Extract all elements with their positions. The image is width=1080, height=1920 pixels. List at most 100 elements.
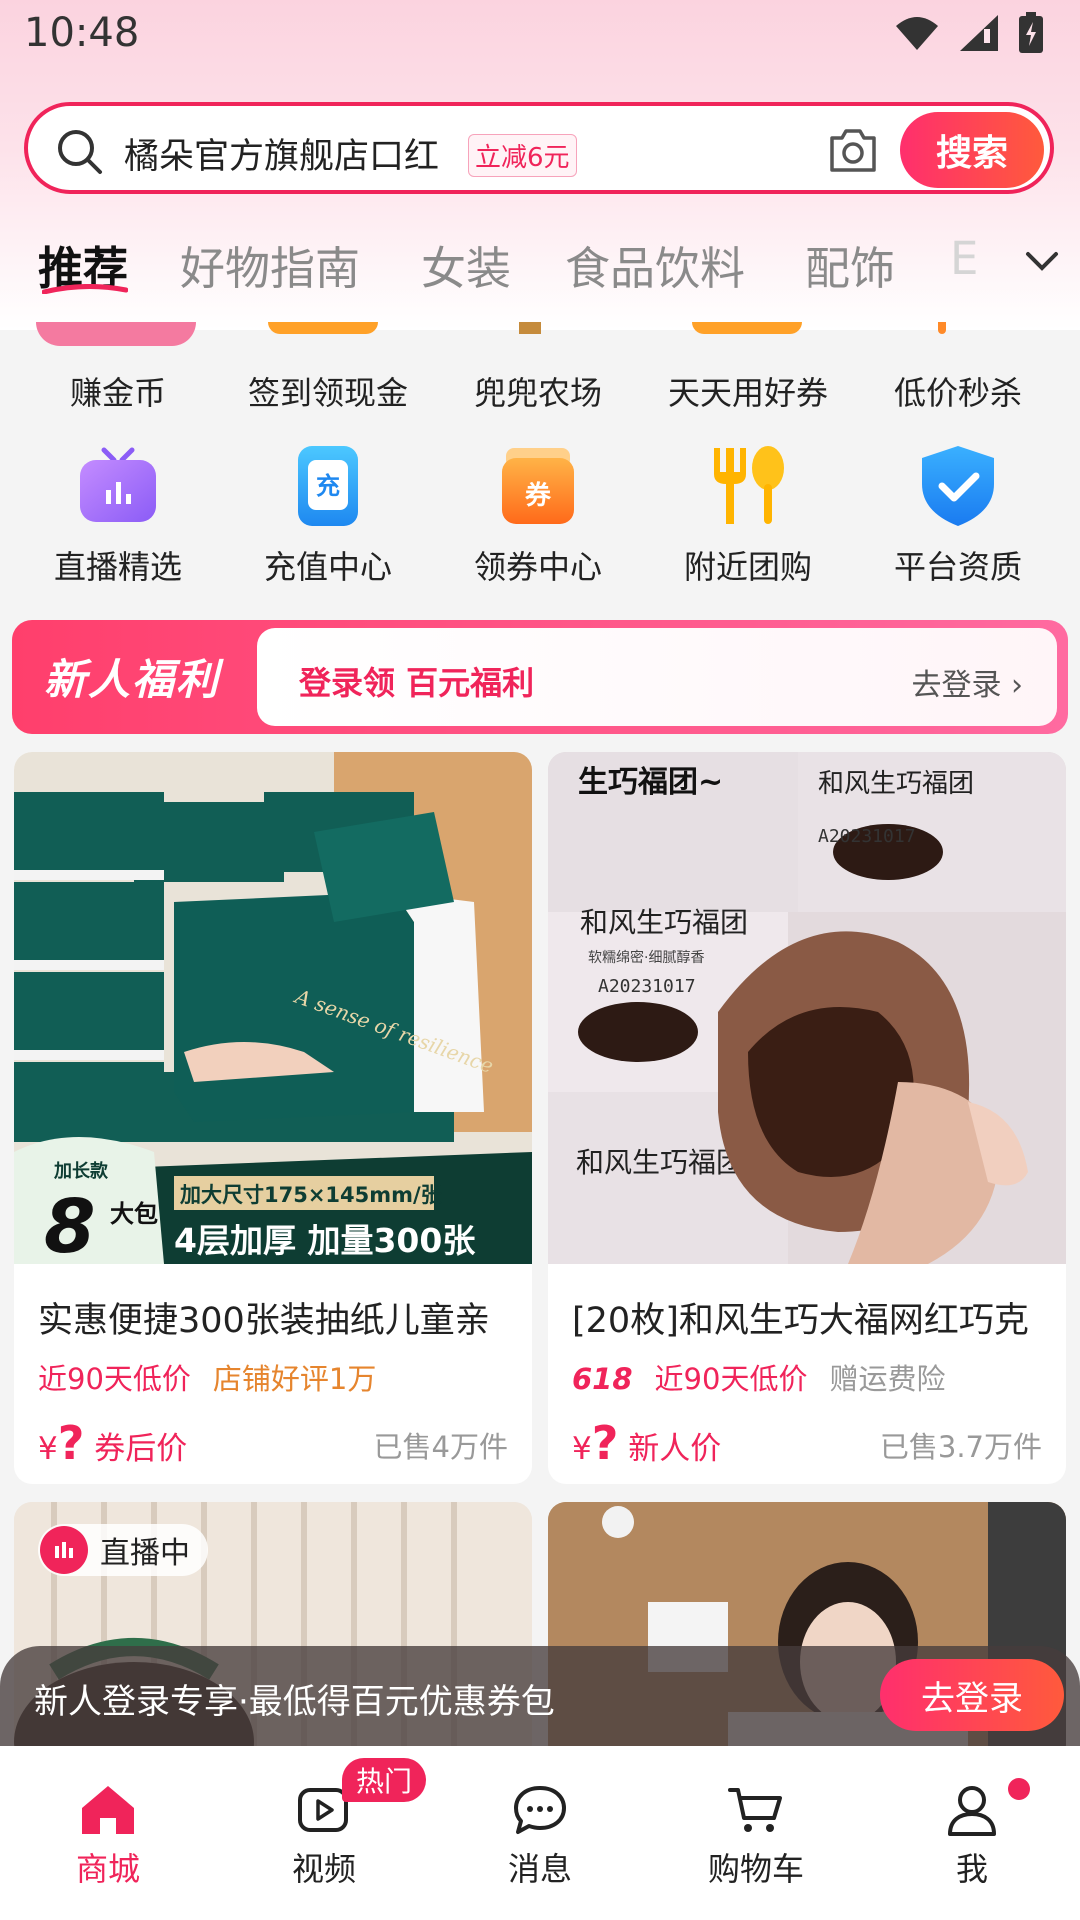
product-title: 实惠便捷300张装抽纸儿童亲 xyxy=(38,1301,490,1341)
search-icon xyxy=(58,130,102,174)
product-price: ¥? 新人价 xyxy=(572,1416,721,1470)
price-label: 券后价 xyxy=(94,1431,188,1467)
tab-partial[interactable]: E xyxy=(950,232,978,285)
product-sold-count: 已售4万件 xyxy=(373,1430,508,1464)
tab-accessories[interactable]: 配饰 xyxy=(805,232,895,297)
wifi-icon xyxy=(896,17,938,50)
nav-label-cart: 购物车 xyxy=(707,1850,804,1888)
price-value: ? xyxy=(591,1416,619,1470)
tag-low-price: 近90天低价 xyxy=(38,1362,191,1396)
user-icon xyxy=(948,1786,996,1836)
product-sold-count: 已售3.7万件 xyxy=(879,1430,1042,1464)
active-tab-indicator xyxy=(42,284,128,294)
checkin-icon xyxy=(268,322,378,334)
notification-dot xyxy=(1008,1778,1030,1800)
nav-label-mall: 商城 xyxy=(75,1850,140,1888)
signal-icon xyxy=(960,15,998,51)
tv-icon[interactable] xyxy=(76,444,160,528)
cart-icon xyxy=(728,1788,782,1832)
camera-icon[interactable] xyxy=(828,126,878,174)
status-icons xyxy=(894,12,1044,54)
grid-label-flash-sale[interactable]: 低价秒杀 xyxy=(853,368,1063,414)
coupon-daily-icon xyxy=(692,322,802,334)
live-badge-label: 直播中 xyxy=(100,1536,190,1571)
search-bar[interactable]: 橘朵官方旗舰店口红 立减6元 搜索 xyxy=(24,102,1054,194)
live-bars-icon xyxy=(40,1526,88,1574)
farm-icon xyxy=(519,322,541,334)
price-symbol: ¥ xyxy=(572,1431,592,1467)
chevron-down-icon[interactable] xyxy=(1024,250,1060,274)
nav-cart[interactable]: 购物车 xyxy=(648,1746,864,1920)
grid-label-farm[interactable]: 兜兜农场 xyxy=(433,368,643,414)
price-label: 新人价 xyxy=(628,1431,722,1467)
coupon-icon[interactable]: 券 xyxy=(496,444,580,528)
grid-label-qualification[interactable]: 平台资质 xyxy=(853,542,1063,588)
image-text-unit: 大包 xyxy=(110,1200,158,1228)
nav-video[interactable]: 热门 视频 xyxy=(216,1746,432,1920)
pack-code-2: A20231017 xyxy=(818,826,916,847)
tag-shipping-insurance: 赠运费险 xyxy=(829,1362,946,1396)
tab-food[interactable]: 食品饮料 xyxy=(565,232,745,297)
grid-label-checkin[interactable]: 签到领现金 xyxy=(223,368,433,414)
grid-label-coins[interactable]: 赚金币 xyxy=(13,368,223,414)
product-image-tissue: A sense of resilience 加长款 8 大包 加大尺寸175×1… xyxy=(14,752,532,1264)
shield-check-icon[interactable] xyxy=(916,444,1000,528)
image-text-top: 加长款 xyxy=(53,1160,109,1182)
svg-text:充: 充 xyxy=(316,472,340,500)
pack-name-3: 和风生巧福团 xyxy=(576,1146,744,1179)
pack-sub: 软糯绵密·细腻醇香 xyxy=(588,949,704,966)
battery-icon xyxy=(1019,12,1043,53)
grid-label-group-buy[interactable]: 附近团购 xyxy=(643,542,853,588)
nav-label-me: 我 xyxy=(955,1850,988,1888)
product-card-tissue[interactable]: A sense of resilience 加长款 8 大包 加大尺寸175×1… xyxy=(14,752,532,1484)
nav-label-messages: 消息 xyxy=(507,1850,572,1888)
pack-name-1: 和风生巧福团 xyxy=(818,769,974,799)
newbie-inner-panel: 登录领 百元福利 去登录 › xyxy=(257,628,1057,726)
newbie-text: 登录领 百元福利 xyxy=(299,664,535,702)
chat-icon xyxy=(514,1786,566,1834)
nav-mall[interactable]: 商城 xyxy=(0,1746,216,1920)
newbie-login-link[interactable]: 去登录 › xyxy=(911,660,1023,704)
category-tabs: 推荐 好物指南 女装 食品饮料 配饰 E xyxy=(0,232,1080,304)
live-badge: 直播中 xyxy=(38,1524,208,1576)
login-prompt-text: 新人登录专享·最低得百元优惠券包 xyxy=(34,1682,555,1722)
tab-guide[interactable]: 好物指南 xyxy=(180,232,360,297)
status-time: 10:48 xyxy=(24,10,140,56)
chevron-right-icon: › xyxy=(1011,668,1023,703)
image-text-line1: 加大尺寸175×145mm/张 xyxy=(179,1183,443,1207)
login-prompt-bar: 新人登录专享·最低得百元优惠券包 去登录 xyxy=(0,1646,1080,1746)
grid-label-recharge[interactable]: 充值中心 xyxy=(223,542,433,588)
price-value: ? xyxy=(57,1416,85,1470)
newbie-title: 新人福利 xyxy=(44,655,221,704)
search-input[interactable]: 橘朵官方旗舰店口红 xyxy=(124,128,439,179)
product-title: [20枚]和风生巧大福网红巧克 xyxy=(572,1301,1029,1341)
grid-label-live[interactable]: 直播精选 xyxy=(13,542,223,588)
recharge-icon[interactable]: 充 xyxy=(286,444,370,528)
search-promo-tag: 立减6元 xyxy=(468,134,577,177)
home-icon xyxy=(82,1786,134,1834)
grid-label-coupons[interactable]: 天天用好券 xyxy=(643,368,853,414)
product-price: ¥? 券后价 xyxy=(38,1416,187,1470)
search-button[interactable]: 搜索 xyxy=(900,112,1044,188)
pack-name-2: 和风生巧福团 xyxy=(580,906,748,939)
fork-spoon-icon[interactable] xyxy=(706,444,790,528)
tag-store-rating: 店铺好评1万 xyxy=(212,1362,377,1396)
nav-me[interactable]: 我 xyxy=(864,1746,1080,1920)
grid-label-coupon-center[interactable]: 领券中心 xyxy=(433,542,643,588)
newbie-banner[interactable]: 新人福利 登录领 百元福利 去登录 › xyxy=(12,620,1068,734)
badge-618: 618 xyxy=(572,1362,633,1396)
newbie-login-label: 去登录 xyxy=(911,668,1002,703)
hot-badge: 热门 xyxy=(342,1758,427,1802)
tab-womens[interactable]: 女装 xyxy=(421,232,511,297)
image-text-line2: 4层加厚 加量300张 xyxy=(174,1221,475,1260)
tag-low-price: 近90天低价 xyxy=(654,1362,808,1396)
product-tags: 618 近90天低价 赠运费险 xyxy=(572,1356,967,1398)
product-card-mochi[interactable]: 生巧福团~ 和风生巧福团 和风生巧福团 软糯绵密·细腻醇香 A20231017 … xyxy=(548,752,1066,1484)
pack-code: A20231017 xyxy=(598,976,696,997)
nav-messages[interactable]: 消息 xyxy=(432,1746,648,1920)
image-text-count: 8 xyxy=(44,1184,96,1264)
product-image-mochi: 生巧福团~ 和风生巧福团 和风生巧福团 软糯绵密·细腻醇香 A20231017 … xyxy=(548,752,1066,1264)
product-tags: 近90天低价 店铺好评1万 xyxy=(38,1356,398,1398)
bottom-nav: 商城 热门 视频 消息 购物车 我 xyxy=(0,1746,1080,1920)
login-button[interactable]: 去登录 xyxy=(880,1659,1064,1731)
